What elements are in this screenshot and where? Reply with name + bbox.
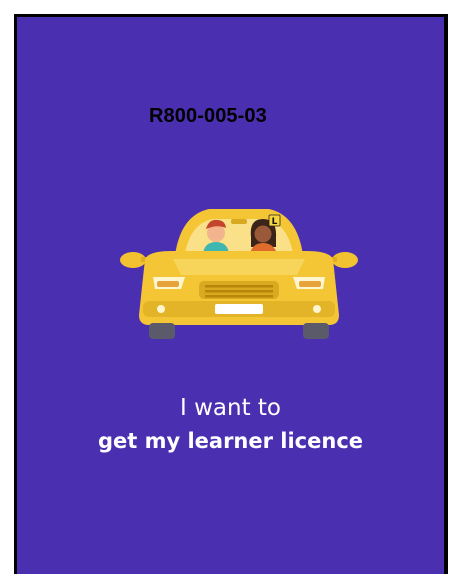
reference-code: R800-005-03	[149, 105, 267, 127]
learner-licence-card[interactable]: R800-005-03 L I want to get my learner l…	[14, 14, 448, 574]
svg-text:L: L	[272, 217, 278, 227]
caption-action: get my learner licence	[97, 429, 364, 453]
car-illustration-icon: L	[120, 209, 358, 339]
caption-intro: I want to	[180, 395, 281, 421]
